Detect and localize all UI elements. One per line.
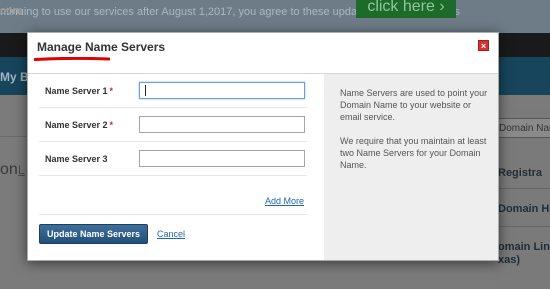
dialog-title: Manage Name Servers [37,40,166,54]
background-section-link: L [18,163,25,177]
name-server-row: Name Server 1 * [39,74,307,108]
info-paragraph: Name Servers are used to point your Doma… [340,88,488,122]
name-server-3-input[interactable] [139,150,305,167]
background-right-item: Registra [498,167,543,179]
background-right-divider [496,188,550,189]
field-label: Name Server 2 * [45,120,114,130]
name-server-2-input[interactable] [139,116,305,133]
name-server-form: Name Server 1 * Name Server 2 * Name Serve… [28,74,324,260]
manage-name-servers-dialog: Manage Name Servers × Name Server 1 * Nam… [27,32,499,261]
background-right-divider [496,226,550,227]
background-right-item: Domain Ho [498,203,550,215]
background-domain-search-input: Domain Nam [496,118,550,138]
dialog-header: Manage Name Servers × [28,33,498,74]
background-click-here-button: click here › [356,0,456,18]
close-button[interactable]: × [478,40,489,51]
footer-divider [39,214,307,215]
background-nav-text: com [0,5,23,17]
row-divider [39,175,307,176]
background-section-title: on [0,161,18,178]
background-right-item: xas) [498,254,521,266]
field-label: Name Server 3 [45,154,108,164]
name-server-row: Name Server 2 * [39,108,307,142]
background-subnav-text: My B [0,70,29,84]
update-name-servers-button[interactable]: Update Name Servers [39,224,148,244]
info-panel: Name Servers are used to point your Doma… [324,74,498,260]
name-server-row: Name Server 3 [39,142,307,176]
name-server-1-input[interactable] [139,82,305,99]
field-label: Name Server 1 * [45,86,114,96]
required-marker: * [109,120,114,130]
required-marker: * [109,86,114,96]
text-caret [145,85,146,96]
background-left-panel [0,136,30,257]
background-right-item: omain Lin [498,241,550,253]
red-annotation-underline [34,57,110,61]
cancel-link[interactable]: Cancel [157,229,185,239]
add-more-link[interactable]: Add More [265,196,304,206]
info-paragraph: We require that you maintain at least tw… [340,136,487,170]
